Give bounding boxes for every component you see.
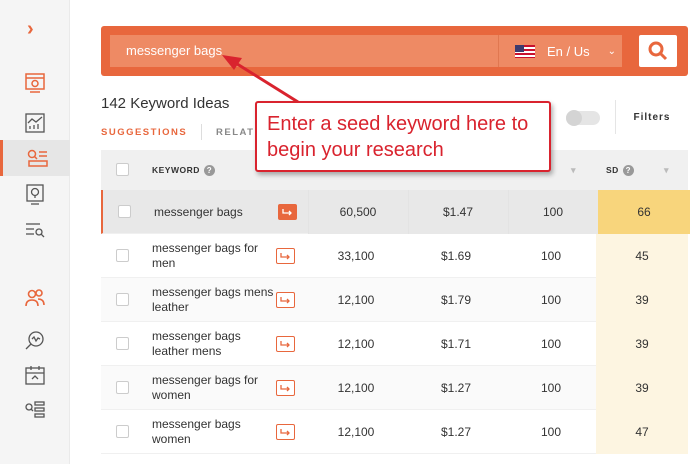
annotation-callout: Enter a seed keyword here to begin your … xyxy=(255,101,551,172)
annotation-arrow xyxy=(222,55,299,104)
